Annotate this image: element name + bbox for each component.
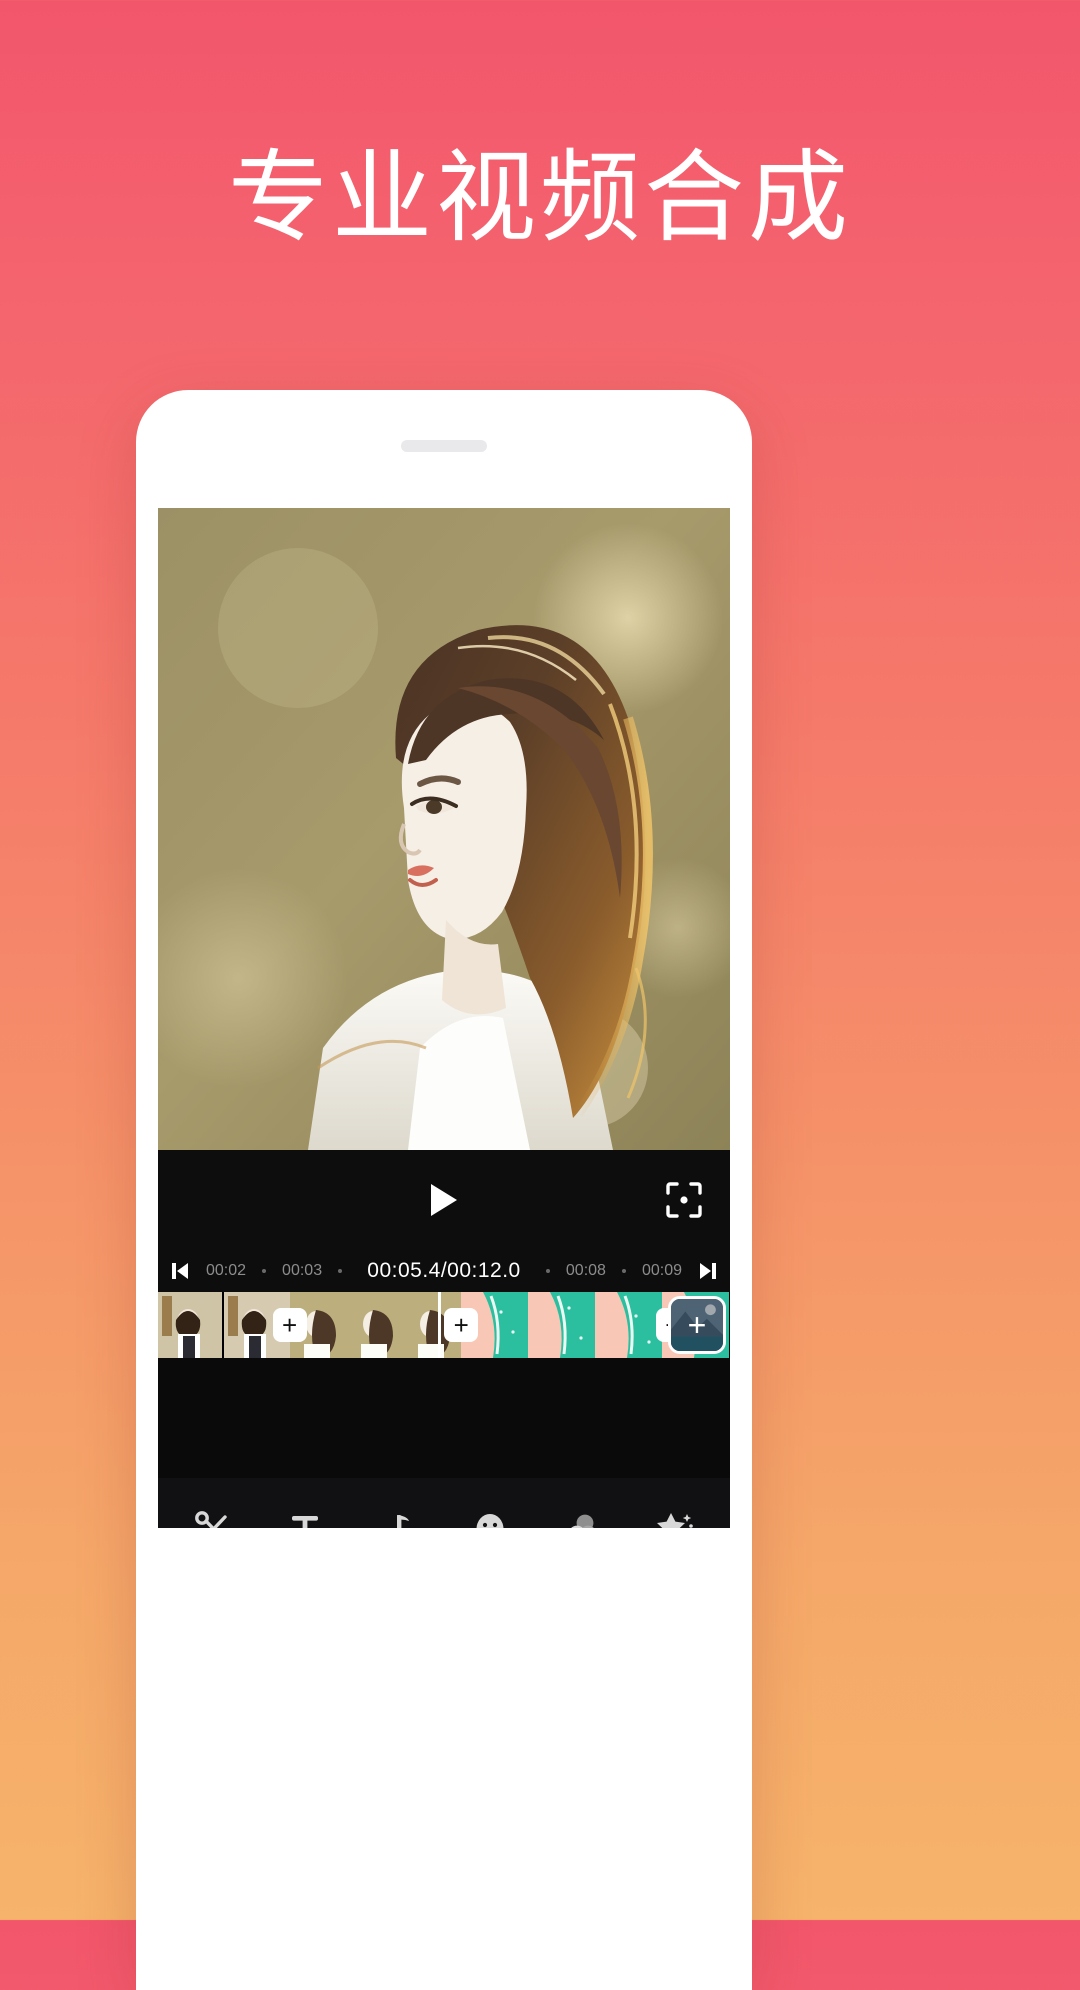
ruler-tick-right-1: 00:08 xyxy=(565,1262,606,1279)
tool-text[interactable]: 文字 xyxy=(268,1507,342,1528)
page-title: 专业视频合成 xyxy=(228,139,852,256)
ruler-tick-dot xyxy=(621,1269,626,1273)
player-controls xyxy=(158,1150,730,1250)
playhead[interactable] xyxy=(438,1292,442,1358)
phone-mockup: 00:02 00:03 00:05.4/00:12.0 00:08 00:09 xyxy=(136,390,752,1990)
earpiece-speaker xyxy=(401,440,487,452)
timeline-clip-1[interactable] xyxy=(158,1292,290,1358)
clip-2-thumb xyxy=(289,1292,462,1358)
transition-button-1[interactable]: + xyxy=(272,1308,307,1342)
music-note-icon xyxy=(378,1507,418,1528)
crop-glyph xyxy=(666,1182,702,1218)
tool-filter[interactable]: 滤镜 xyxy=(546,1507,620,1528)
ruler-right-group: 00:08 00:09 xyxy=(545,1262,716,1280)
app-screen: 00:02 00:03 00:05.4/00:12.0 00:08 00:09 xyxy=(158,508,730,1528)
preview-artwork xyxy=(158,508,730,1150)
effects-wand-icon xyxy=(656,1507,696,1528)
timeline-empty-track xyxy=(158,1358,730,1478)
tool-audio[interactable]: 声音 xyxy=(361,1507,435,1528)
video-preview[interactable] xyxy=(158,508,730,1150)
add-clip-plus-label: + xyxy=(671,1299,723,1351)
crop-fullscreen-icon[interactable] xyxy=(662,1178,706,1222)
time-ruler[interactable]: 00:02 00:03 00:05.4/00:12.0 00:08 00:09 xyxy=(158,1250,730,1292)
play-icon[interactable] xyxy=(431,1184,457,1216)
timeline-filmstrip[interactable]: + + + + xyxy=(158,1292,730,1358)
tool-sticker[interactable]: 贴纸 xyxy=(453,1507,527,1528)
clip-1-thumb xyxy=(158,1292,290,1358)
skip-forward-icon[interactable] xyxy=(698,1263,716,1279)
tool-cut[interactable]: 剪辑 xyxy=(175,1507,249,1528)
text-icon xyxy=(285,1507,325,1528)
filter-circles-icon xyxy=(563,1507,603,1528)
sticker-smiley-icon xyxy=(470,1507,510,1528)
ruler-tick-right-2: 00:09 xyxy=(641,1262,682,1279)
editor-toolbar: 剪辑 文字 xyxy=(158,1478,730,1528)
transition-button-2[interactable]: + xyxy=(444,1308,479,1342)
timeline-clip-2[interactable] xyxy=(289,1292,462,1358)
scissors-icon xyxy=(192,1507,232,1528)
ruler-tick-dot xyxy=(545,1269,550,1273)
add-clip-button[interactable]: + xyxy=(668,1296,726,1354)
tool-effects[interactable]: 特效 xyxy=(639,1507,713,1528)
